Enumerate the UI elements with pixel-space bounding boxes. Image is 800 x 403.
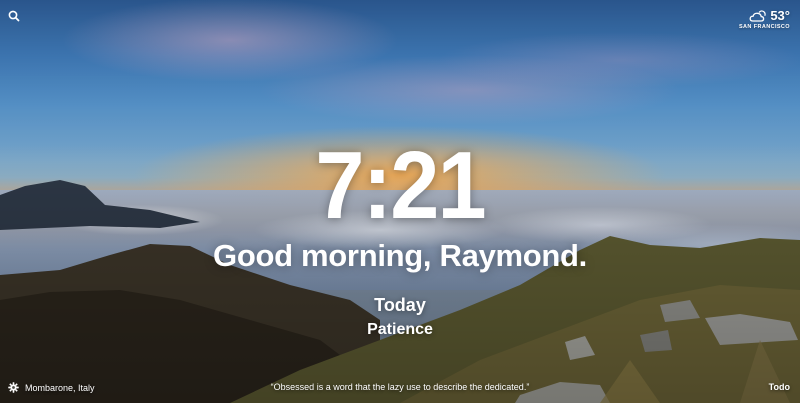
todo-button[interactable]: Todo (769, 382, 790, 392)
quote-text[interactable]: “Obsessed is a word that the lazy use to… (271, 382, 530, 392)
partly-cloudy-icon (749, 9, 767, 22)
greeting[interactable]: Good morning, Raymond. (0, 238, 800, 274)
focus-block: Today Patience (0, 295, 800, 339)
focus-label: Today (374, 295, 426, 315)
weather-widget[interactable]: 53° SAN FRANCISCO (739, 8, 790, 30)
temperature: 53° (770, 8, 790, 23)
focus-task[interactable]: Patience (367, 321, 433, 339)
search-button[interactable] (7, 9, 21, 23)
quote-bar: “Obsessed is a word that the lazy use to… (0, 382, 800, 392)
center-block: 7:21 Good morning, Raymond. (0, 138, 800, 274)
search-icon (8, 10, 20, 22)
weather-city: SAN FRANCISCO (738, 24, 790, 30)
clock-time[interactable]: 7:21 (315, 138, 486, 234)
